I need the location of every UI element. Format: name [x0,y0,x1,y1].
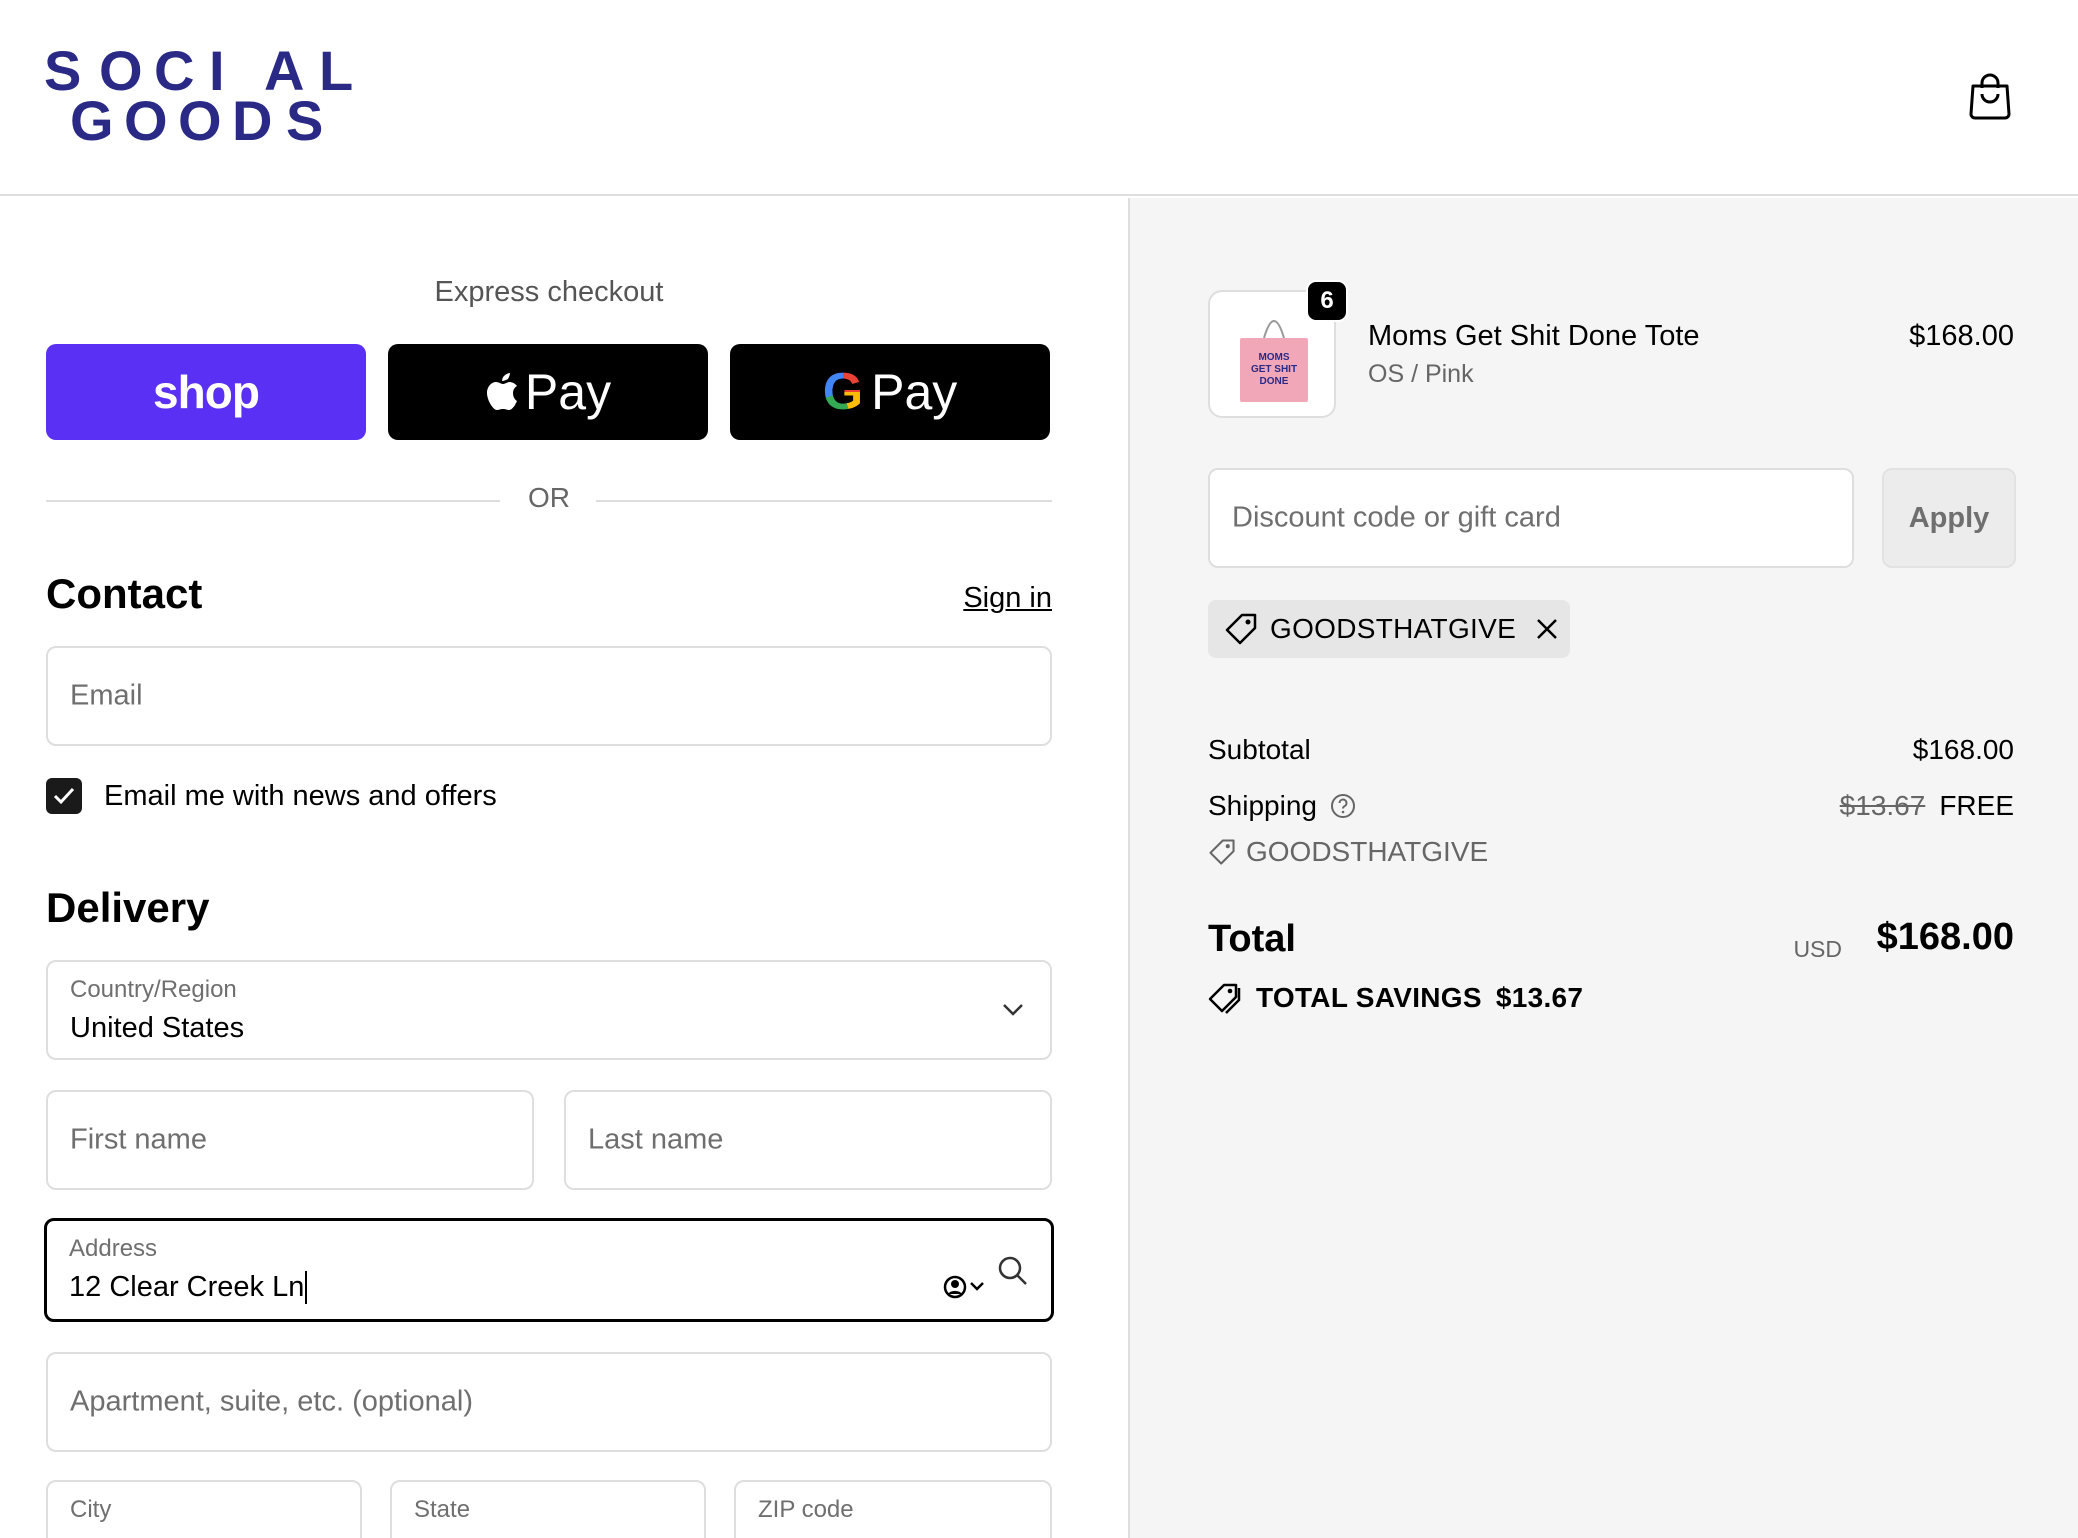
tag-icon [1225,613,1257,645]
email-placeholder: Email [70,679,143,712]
newsletter-row[interactable]: Email me with news and offers [46,778,497,814]
city-field[interactable]: City [46,1480,362,1538]
or-divider: OR [46,480,1052,520]
total-savings: TOTAL SAVINGS $13.67 [1208,982,1583,1014]
subtotal-label: Subtotal [1208,734,1311,765]
search-icon[interactable] [997,1255,1029,1287]
shopping-bag-icon[interactable] [1968,72,2012,120]
apartment-placeholder: Apartment, suite, etc. (optional) [70,1385,473,1418]
shop-pay-button[interactable]: shop [46,344,366,440]
country-select[interactable]: Country/Region United States [46,960,1052,1060]
apple-pay-label: Pay [524,364,612,420]
apartment-field[interactable]: Apartment, suite, etc. (optional) [46,1352,1052,1452]
order-summary: MOMS GET SHIT DONE Moms Get Shit Done To… [1128,198,2078,1538]
shipping-row-label: Shipping [1208,790,1357,822]
apple-pay-button[interactable]: Pay [388,344,708,440]
applied-discount-chip: GOODSTHATGIVE [1208,600,1570,658]
shipping-value-row: $13.67 FREE [1840,790,2014,822]
newsletter-label: Email me with news and offers [104,779,497,812]
savings-tag-icon [1208,983,1241,1014]
tag-icon [1209,839,1235,865]
sign-in-link[interactable]: Sign in [963,582,1052,615]
total-label: Total [1208,918,1296,960]
savings-value: $13.67 [1495,982,1584,1013]
chevron-down-icon [1003,1004,1023,1016]
city-label: City [70,1496,112,1523]
remove-code-close-icon[interactable] [1534,616,1560,642]
applied-code: GOODSTHATGIVE [1270,613,1517,644]
tote-bag-image: MOMS GET SHIT DONE [1240,320,1308,402]
discount-placeholder: Discount code or gift card [1232,501,1561,534]
first-name-placeholder: First name [70,1123,207,1156]
discount-code-input[interactable]: Discount code or gift card [1208,468,1854,568]
autofill-contact-icon[interactable] [943,1273,993,1301]
shipping-code: GOODSTHATGIVE [1246,836,1489,867]
thumb-line-2: GET SHIT [1251,364,1297,375]
last-name-placeholder: Last name [588,1123,724,1156]
address-field[interactable]: Address 12 Clear Creek Ln [44,1218,1054,1322]
currency-code: USD [1793,936,1842,962]
subtotal-value: $168.00 [1912,734,2014,765]
product-variant: OS / Pink [1368,360,1474,388]
state-label: State [414,1496,471,1523]
shipping-discount-code: GOODSTHATGIVE [1208,836,1488,868]
zip-field[interactable]: ZIP code [734,1480,1052,1538]
contact-title: Contact [46,570,203,617]
google-pay-button[interactable]: G Pay [730,344,1050,440]
or-text: OR [528,482,570,513]
delivery-title: Delivery [46,884,210,931]
shipping-label: Shipping [1208,790,1317,821]
thumb-line-3: DONE [1260,376,1289,387]
address-label: Address [69,1235,158,1262]
address-value: 12 Clear Creek Ln [69,1271,308,1304]
state-select[interactable]: State [390,1480,706,1538]
social-goods-logo[interactable]: SOCIAL GOODS [44,43,374,152]
newsletter-checkbox[interactable] [46,778,82,814]
first-name-field[interactable]: First name [46,1090,534,1190]
apply-discount-button[interactable]: Apply [1882,468,2016,568]
savings-label: TOTAL SAVINGS [1256,982,1482,1013]
country-value: United States [70,1012,245,1044]
logo-line-2: GOODS [70,89,324,152]
country-label: Country/Region [70,976,237,1003]
product-name: Moms Get Shit Done Tote [1368,320,1700,352]
total-value: $168.00 [1876,916,2014,958]
quantity-badge: 6 [1306,280,1348,322]
header: SOCIAL GOODS [0,0,2078,196]
shipping-value: FREE [1939,790,2014,821]
express-checkout-title: Express checkout [434,276,664,308]
apple-icon [486,373,517,410]
shop-pay-label: shop [153,366,260,418]
google-icon: G [822,363,864,421]
checkout-form: Express checkout shop Pay G Pay OR Conta… [0,198,1128,1538]
google-pay-label: Pay [871,364,958,420]
product-price: $168.00 [1909,320,2014,352]
last-name-field[interactable]: Last name [564,1090,1052,1190]
email-field[interactable]: Email [46,646,1052,746]
shipping-original-price: $13.67 [1839,790,1926,821]
checkmark-icon [53,787,75,805]
help-question-icon[interactable] [1329,792,1357,820]
zip-label: ZIP code [758,1496,854,1523]
thumb-line-1: MOMS [1258,352,1289,363]
